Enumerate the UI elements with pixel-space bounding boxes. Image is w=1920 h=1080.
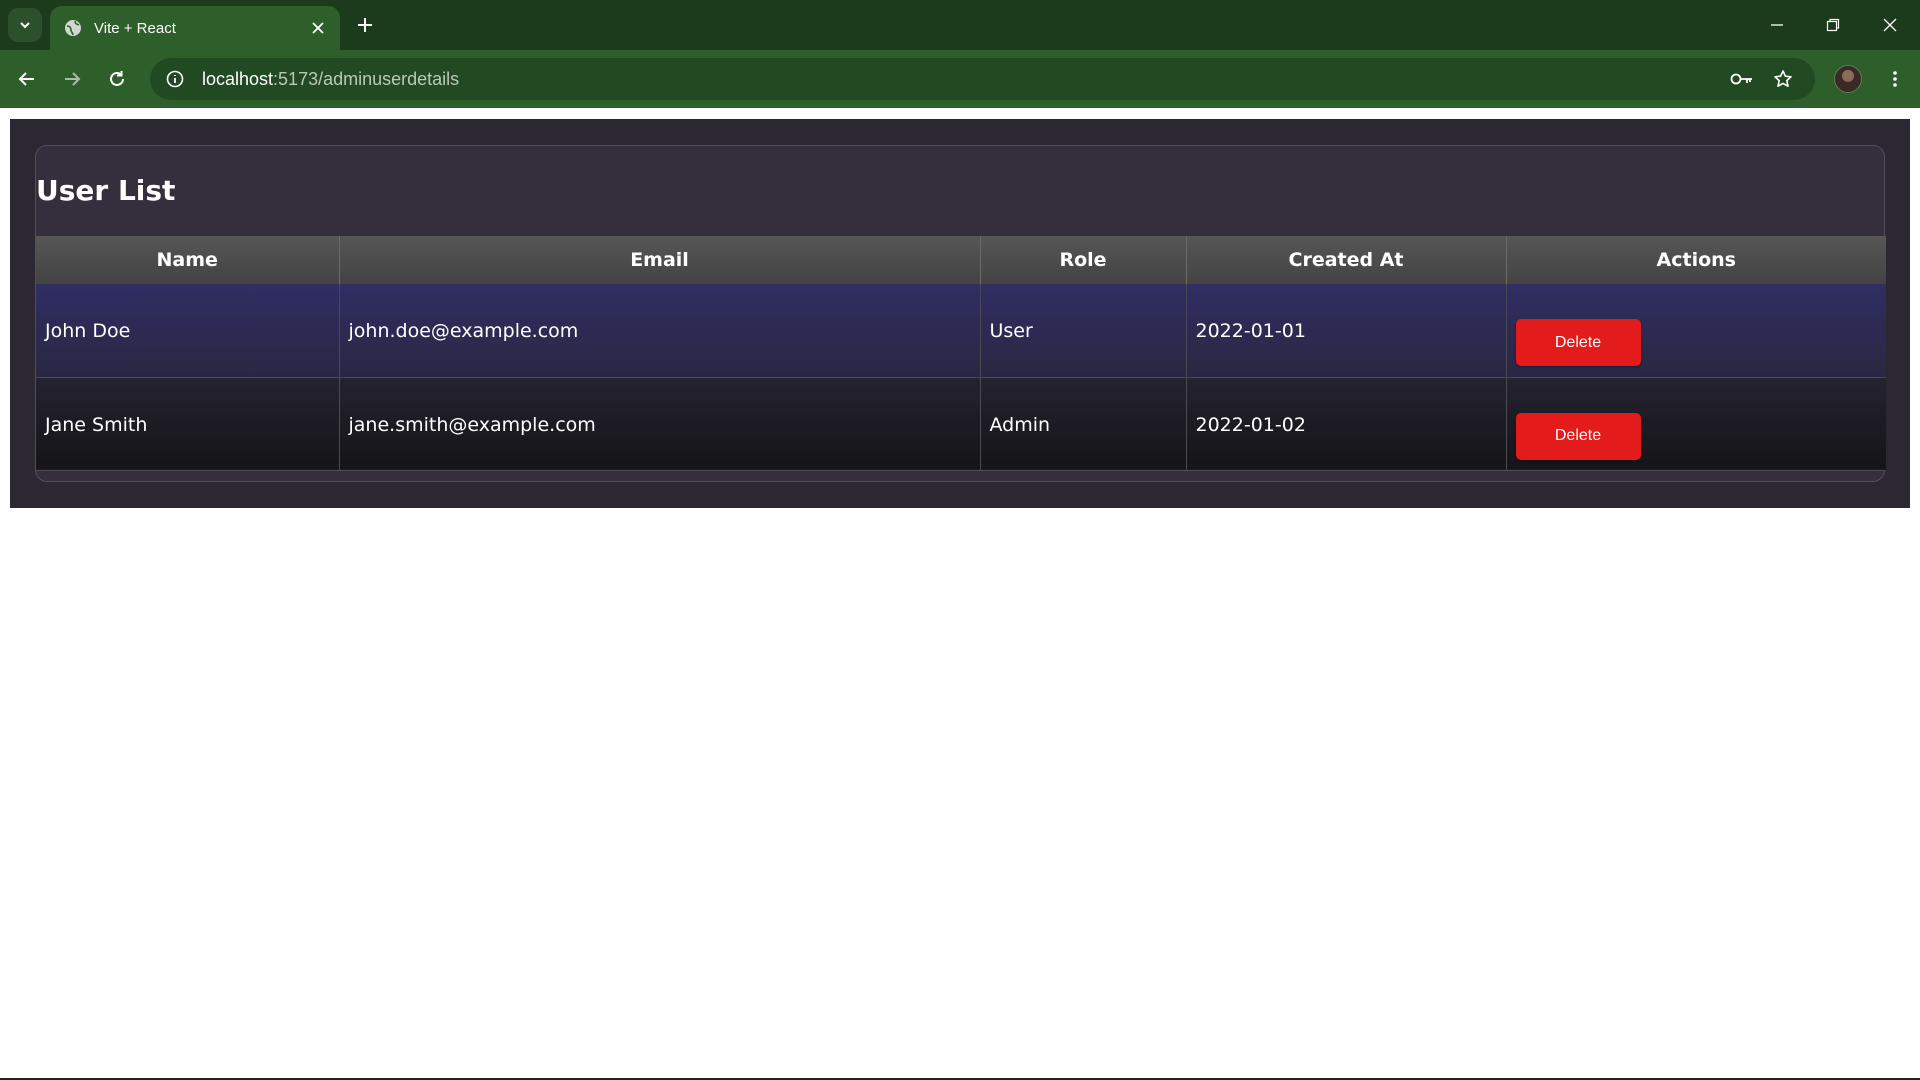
close-icon[interactable]: [308, 18, 328, 38]
column-header-role: Role: [980, 236, 1187, 284]
reload-button[interactable]: [104, 66, 130, 92]
cell-email: john.doe@example.com: [339, 284, 981, 378]
cell-role: Admin: [980, 377, 1187, 471]
url-text[interactable]: localhost:5173/adminuserdetails: [202, 69, 459, 90]
cell-created-at: 2022-01-02: [1186, 377, 1507, 471]
url-path: :5173/adminuserdetails: [273, 68, 460, 89]
cell-role: User: [980, 284, 1187, 378]
tab-strip: Vite + React: [0, 0, 1920, 50]
forward-button[interactable]: [59, 66, 85, 92]
star-icon[interactable]: [1771, 67, 1795, 91]
table-header-row: Name Email Role Created At Actions: [36, 236, 1886, 284]
restore-icon: [1826, 18, 1840, 32]
restore-button[interactable]: [1820, 12, 1846, 38]
cell-name: Jane Smith: [36, 377, 340, 471]
window-close-button[interactable]: [1877, 12, 1903, 38]
user-list-card: User List Name Email Role Created At Act…: [35, 145, 1886, 482]
back-icon: [18, 72, 34, 86]
cell-actions: Delete: [1506, 284, 1886, 378]
active-tab[interactable]: Vite + React: [50, 6, 340, 50]
minimize-icon: [1771, 24, 1783, 26]
browser-toolbar: localhost:5173/adminuserdetails: [0, 50, 1920, 108]
user-table: Name Email Role Created At Actions John …: [36, 236, 1886, 471]
reload-icon: [110, 71, 124, 86]
table-row: John Doe john.doe@example.com User 2022-…: [36, 284, 1886, 378]
table-row: Jane Smith jane.smith@example.com Admin …: [36, 377, 1886, 471]
cell-name: John Doe: [36, 284, 340, 378]
cell-actions: Delete: [1506, 377, 1886, 471]
info-icon[interactable]: [164, 68, 186, 90]
delete-button[interactable]: Delete: [1515, 319, 1641, 366]
cell-created-at: 2022-01-01: [1186, 284, 1507, 378]
avatar[interactable]: [1834, 65, 1862, 93]
column-header-actions: Actions: [1506, 236, 1886, 284]
globe-icon: [64, 19, 82, 37]
minimize-button[interactable]: [1764, 12, 1790, 38]
window-close-icon: [1883, 18, 1897, 32]
back-button[interactable]: [14, 66, 40, 92]
column-header-name: Name: [36, 236, 340, 284]
cell-email: jane.smith@example.com: [339, 377, 981, 471]
delete-button[interactable]: Delete: [1515, 412, 1641, 460]
more-vert-icon[interactable]: [1882, 66, 1908, 92]
tab-search-button[interactable]: [8, 8, 42, 42]
tab-title: Vite + React: [94, 19, 176, 37]
page-panel: User List Name Email Role Created At Act…: [10, 119, 1910, 508]
column-header-email: Email: [339, 236, 981, 284]
forward-icon: [65, 72, 81, 86]
new-tab-button[interactable]: [352, 12, 378, 38]
url-host: localhost: [202, 68, 274, 89]
column-header-created-at: Created At: [1186, 236, 1507, 284]
page-title: User List: [36, 174, 176, 207]
address-bar[interactable]: localhost:5173/adminuserdetails: [150, 58, 1815, 100]
key-icon[interactable]: [1730, 67, 1754, 91]
plus-icon: [358, 18, 372, 32]
chevron-down-icon: [20, 22, 30, 29]
